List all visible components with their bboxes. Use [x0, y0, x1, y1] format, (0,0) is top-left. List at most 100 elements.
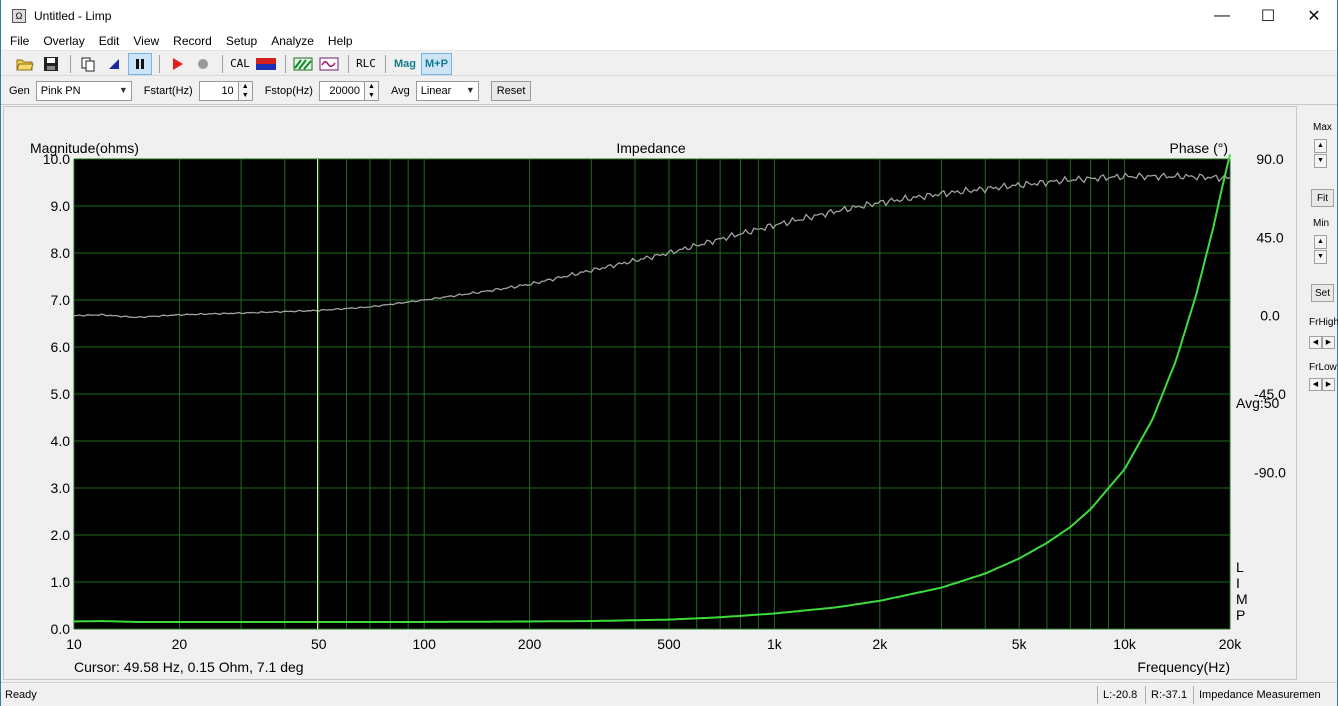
y-tick-label: 9.0: [51, 198, 71, 214]
save-icon[interactable]: [39, 53, 63, 75]
color-scale-icon[interactable]: [254, 53, 278, 75]
menu-file[interactable]: File: [1, 31, 36, 51]
fstart-input[interactable]: 10: [198, 80, 239, 101]
y-tick-label: 10.0: [43, 151, 70, 167]
y-tick-label: 1.0: [51, 574, 71, 590]
menu-edit[interactable]: Edit: [92, 31, 127, 51]
toolbar-separator: [159, 54, 160, 73]
waveform-icon[interactable]: [317, 53, 341, 75]
magnitude-mode-button[interactable]: Mag: [391, 53, 419, 75]
averaging-value: Linear: [420, 84, 452, 97]
y2-axis-label: Phase (°): [1169, 140, 1228, 156]
fstart-label: Fstart(Hz): [143, 84, 193, 97]
max-down-button[interactable]: ▼: [1314, 154, 1327, 168]
generator-select[interactable]: Pink PN ▼: [35, 80, 132, 101]
x-tick-label: 2k: [872, 636, 888, 652]
menu-record[interactable]: Record: [166, 31, 219, 51]
app-icon[interactable]: Ω: [12, 8, 26, 23]
options-bar: Gen Pink PN ▼ Fstart(Hz) 10 ▲ ▼ Fstop(Hz)…: [1, 77, 1337, 105]
avg-label: Avg: [390, 84, 410, 97]
y-tick-label: 8.0: [51, 245, 71, 261]
toolbar-separator: [285, 54, 286, 73]
x-tick-label: 20: [172, 636, 188, 652]
chevron-down-icon: ▼: [465, 84, 475, 95]
gen-label: Gen: [9, 84, 30, 97]
title-bar: Ω Untitled - Limp — ☐ ✕: [1, 0, 1337, 31]
generator-value: Pink PN: [40, 84, 81, 97]
menu-bar: File Overlay Edit View Record Setup Anal…: [1, 31, 1337, 51]
x-tick-label: 10: [66, 636, 82, 652]
toolbar-separator: [70, 54, 71, 73]
copy-icon[interactable]: [76, 53, 100, 75]
fit-button[interactable]: Fit: [1311, 189, 1334, 207]
fstart-stepper[interactable]: ▲ ▼: [238, 80, 253, 101]
min-down-button[interactable]: ▼: [1314, 250, 1327, 264]
impedance-chart[interactable]: Magnitude(ohms) Impedance Phase (°) 10 20…: [4, 107, 1298, 681]
limp-side-letter: M: [1236, 591, 1248, 607]
status-left-level: L:-20.8: [1097, 685, 1145, 704]
menu-overlay[interactable]: Overlay: [36, 31, 91, 51]
min-up-button[interactable]: ▲: [1314, 235, 1327, 249]
rlc-button[interactable]: RLC: [354, 53, 378, 75]
max-label: Max: [1313, 122, 1332, 133]
reset-button[interactable]: Reset: [490, 80, 532, 101]
min-label: Min: [1313, 218, 1330, 229]
app-window: Ω Untitled - Limp — ☐ ✕ File Overlay Edi…: [0, 0, 1338, 706]
plot-area[interactable]: Magnitude(ohms) Impedance Phase (°) 10 20…: [3, 106, 1297, 680]
menu-setup[interactable]: Setup: [219, 31, 264, 51]
frhigh-stepper[interactable]: ◀ ▶: [1309, 336, 1335, 349]
x-tick-label: 5k: [1012, 636, 1028, 652]
fstop-stepper[interactable]: ▲ ▼: [364, 80, 379, 101]
cursor-readout: Cursor: 49.58 Hz, 0.15 Ohm, 7.1 deg: [74, 659, 304, 675]
y-tick-label: 0.0: [51, 621, 71, 637]
fstop-label: Fstop(Hz): [264, 84, 313, 97]
overlay-icon[interactable]: [291, 53, 315, 75]
chart-title: Impedance: [616, 140, 685, 156]
stop-record-icon[interactable]: [191, 53, 215, 75]
limp-side-letter: L: [1236, 559, 1244, 575]
y2-tick-label: 90.0: [1256, 151, 1283, 167]
x-tick-label: 100: [413, 636, 437, 652]
set-button[interactable]: Set: [1311, 284, 1334, 302]
fstop-input[interactable]: 20000: [318, 80, 365, 101]
minimize-button[interactable]: —: [1199, 0, 1245, 31]
y-tick-label: 7.0: [51, 292, 71, 308]
close-button[interactable]: ✕: [1291, 0, 1337, 31]
limp-side-letter: I: [1236, 575, 1240, 591]
menu-analyze[interactable]: Analyze: [264, 31, 321, 51]
status-bar: Ready L:-20.8 R:-37.1 Impedance Measurem…: [1, 682, 1337, 706]
y2-tick-label: -90.0: [1254, 464, 1286, 480]
y2-tick-label: 0.0: [1260, 308, 1280, 324]
frlow-label: FrLow: [1309, 362, 1337, 373]
right-panel: Max ▲ ▼ Fit Min ▲ ▼ Set FrHigh ◀ ▶ FrLow …: [1301, 106, 1338, 680]
play-icon[interactable]: [165, 53, 189, 75]
averaging-select[interactable]: Linear ▼: [415, 80, 479, 101]
x-tick-label: 200: [518, 636, 542, 652]
limp-side-letter: P: [1236, 607, 1245, 623]
y-tick-label: 3.0: [51, 480, 71, 496]
frlow-stepper[interactable]: ◀ ▶: [1309, 378, 1335, 391]
calibrate-button[interactable]: CAL: [228, 53, 252, 75]
toolbar-separator: [385, 54, 386, 73]
frhigh-label: FrHigh: [1309, 317, 1338, 328]
x-tick-label: 50: [311, 636, 327, 652]
open-folder-icon[interactable]: [13, 53, 37, 75]
y2-tick-label: 45.0: [1256, 229, 1283, 245]
status-right-level: R:-37.1: [1145, 685, 1193, 704]
max-up-button[interactable]: ▲: [1314, 139, 1327, 153]
y-tick-label: 4.0: [51, 433, 71, 449]
x-tick-label: 1k: [767, 636, 783, 652]
magnitude-phase-mode-button[interactable]: M+P: [421, 52, 452, 75]
maximize-button[interactable]: ☐: [1245, 0, 1291, 31]
menu-view[interactable]: View: [126, 31, 166, 51]
x-tick-label: 10k: [1113, 636, 1137, 652]
y-tick-label: 2.0: [51, 527, 71, 543]
toolbar-separator: [222, 54, 223, 73]
marker-icon[interactable]: [102, 53, 126, 75]
menu-help[interactable]: Help: [321, 31, 360, 51]
toolbar-separator: [348, 54, 349, 73]
status-ready: Ready: [5, 688, 37, 701]
window-title: Untitled - Limp: [34, 8, 112, 23]
y-tick-label: 5.0: [51, 386, 71, 402]
pause-button[interactable]: [128, 52, 152, 75]
